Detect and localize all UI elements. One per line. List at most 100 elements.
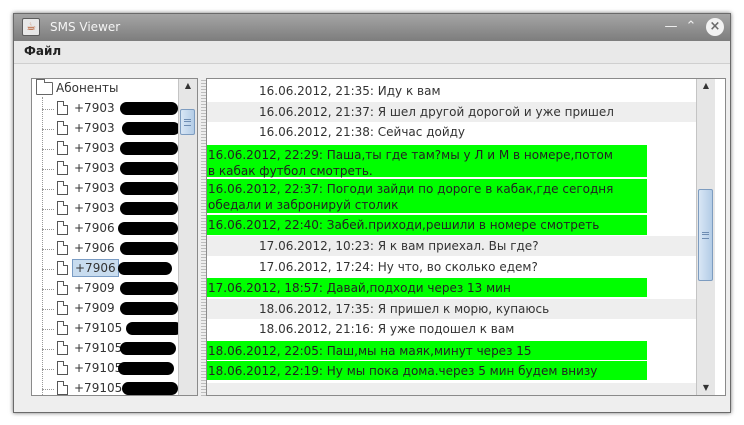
document-icon (57, 221, 68, 235)
document-icon (57, 321, 68, 335)
tree-scroll-thumb[interactable] (180, 109, 195, 135)
tree-scrollbar[interactable]: ▲ (178, 79, 197, 395)
tree-item[interactable]: +79105 (42, 319, 192, 339)
tree-item[interactable]: +7906 (42, 219, 192, 239)
messages-scroll-up-button[interactable]: ▲ (697, 79, 715, 93)
message-text: 16.06.2012, 22:37: Погоди зайди по дорог… (208, 182, 614, 212)
outgoing-message[interactable]: 18.06.2012, 21:16: Я уже подошел к вам (207, 319, 696, 339)
document-icon (57, 181, 68, 195)
minimize-button[interactable]: — (662, 18, 680, 36)
document-icon (57, 101, 68, 115)
messages-scrollbar[interactable]: ▲ ▼ (696, 79, 715, 395)
tree-item-label: +7903 (74, 141, 115, 155)
tree-item[interactable]: +79105 (42, 379, 192, 395)
tree-scroll-up-button[interactable]: ▲ (179, 79, 197, 93)
document-icon (57, 381, 68, 395)
document-icon (57, 141, 68, 155)
menu-bar: Файл (14, 41, 730, 64)
message-text: 16.06.2012, 21:35: Иду к вам (259, 84, 441, 98)
outgoing-message[interactable]: 17.06.2012, 17:24: Ну что, во сколько ед… (207, 257, 696, 277)
document-icon (57, 361, 68, 375)
incoming-message[interactable]: 17.06.2012, 18:57: Давай,подходи через 1… (207, 278, 647, 297)
redaction-mark (120, 302, 178, 315)
redaction-mark (120, 142, 178, 155)
message-text: 16.06.2012, 22:29: Паша,ты где там?мы у … (208, 148, 613, 178)
tree-item[interactable]: +7909 (42, 299, 192, 319)
outgoing-message[interactable]: 17.06.2012, 10:23: Я к вам приехал. Вы г… (207, 236, 696, 256)
folder-icon (36, 79, 53, 95)
redaction-mark (122, 122, 180, 135)
tree-item-label: +7906 (74, 221, 115, 235)
tree-connector (42, 369, 54, 370)
tree-item[interactable]: +7906 (42, 259, 192, 279)
redaction-mark (120, 182, 178, 195)
document-icon (57, 161, 68, 175)
redaction-mark (118, 362, 174, 375)
title-bar[interactable]: ☕ SMS Viewer — ⌃ × (14, 14, 730, 41)
messages-scroll-down-button[interactable]: ▼ (697, 381, 715, 395)
tree-item-label: +7903 (74, 201, 115, 215)
tree-item-label: +7903 (74, 161, 115, 175)
tree-connector (42, 169, 54, 170)
tree-item[interactable]: +7903 (42, 99, 192, 119)
outgoing-message[interactable] (207, 383, 696, 395)
tree-item[interactable]: +7909 (42, 279, 192, 299)
tree-item[interactable]: +7903 (42, 139, 192, 159)
tree-item-label: +7909 (74, 281, 115, 295)
app-window: ☕ SMS Viewer — ⌃ × Файл Абоненты +7903 +7… (13, 13, 731, 413)
document-icon (57, 201, 68, 215)
tree-item[interactable]: +79105 (42, 339, 192, 359)
tree-connector (42, 349, 54, 350)
document-icon (57, 301, 68, 315)
incoming-message[interactable]: 16.06.2012, 22:40: Забей.приходи,решили … (207, 215, 647, 235)
message-text: 16.06.2012, 21:38: Сейчас дойду (259, 125, 466, 139)
document-icon (57, 261, 68, 275)
tree-item[interactable]: +7903 (42, 159, 192, 179)
close-button[interactable]: × (706, 18, 724, 36)
menu-file[interactable]: Файл (24, 44, 61, 58)
redaction-mark (120, 242, 178, 255)
outgoing-message[interactable]: 18.06.2012, 17:35: Я пришел к морю, купа… (207, 299, 696, 319)
tree-connector (42, 389, 54, 390)
redaction-mark (120, 342, 176, 355)
redaction-mark (120, 202, 178, 215)
tree-item[interactable]: +7906 (42, 239, 192, 259)
document-icon (57, 241, 68, 255)
tree-item-label: +79105 (74, 321, 123, 335)
redaction-mark (120, 162, 178, 175)
message-text: 17.06.2012, 17:24: Ну что, во сколько ед… (259, 260, 538, 274)
incoming-message[interactable]: 18.06.2012, 22:05: Паш,мы на маяк,минут … (207, 341, 647, 360)
tree-connector (42, 189, 54, 190)
tree-item[interactable]: +7903 (42, 199, 192, 219)
tree-item-label: +7903 (74, 101, 115, 115)
java-app-icon[interactable]: ☕ (22, 18, 40, 36)
contacts-tree[interactable]: Абоненты +7903 +7903 +7903 +7903 +7903 +7903 +… (31, 78, 198, 396)
tree-item-label: +7903 (74, 181, 115, 195)
messages-list: 16.06.2012, 21:35: Иду к вам 16.06.2012, … (207, 79, 696, 395)
tree-connector (42, 269, 54, 270)
tree-item[interactable]: +7903 (42, 119, 192, 139)
messages-pane: 16.06.2012, 21:35: Иду к вам 16.06.2012, … (206, 78, 726, 396)
tree-root[interactable]: Абоненты (36, 79, 119, 97)
messages-scroll-thumb[interactable] (698, 189, 713, 281)
redaction-mark (118, 262, 172, 275)
message-text: 17.06.2012, 18:57: Давай,подходи через 1… (208, 281, 511, 295)
message-text: 18.06.2012, 21:16: Я уже подошел к вам (259, 322, 515, 336)
tree-item-label: +79105 (74, 381, 123, 395)
maximize-button[interactable]: ⌃ (682, 18, 700, 36)
outgoing-message[interactable]: 16.06.2012, 21:35: Иду к вам (207, 81, 696, 101)
incoming-message[interactable]: 16.06.2012, 22:37: Погоди зайди по дорог… (207, 179, 647, 213)
outgoing-message[interactable]: 16.06.2012, 21:38: Сейчас дойду (207, 122, 696, 142)
tree-connector (42, 249, 54, 250)
tree-item-label: +7903 (74, 121, 115, 135)
outgoing-message[interactable]: 16.06.2012, 21:37: Я шел другой дорогой … (207, 102, 696, 122)
message-text: 18.06.2012, 17:35: Я пришел к морю, купа… (259, 302, 550, 316)
tree-item[interactable]: +7903 (42, 179, 192, 199)
window-title: SMS Viewer (50, 20, 121, 34)
tree-root-label: Абоненты (56, 81, 119, 95)
incoming-message[interactable]: 18.06.2012, 22:19: Ну мы пока дома.через… (207, 361, 647, 380)
tree-item-label: +79105 (74, 361, 123, 375)
message-text: 17.06.2012, 10:23: Я к вам приехал. Вы г… (259, 239, 539, 253)
tree-item[interactable]: +79105 (42, 359, 192, 379)
incoming-message[interactable]: 16.06.2012, 22:29: Паша,ты где там?мы у … (207, 145, 647, 178)
